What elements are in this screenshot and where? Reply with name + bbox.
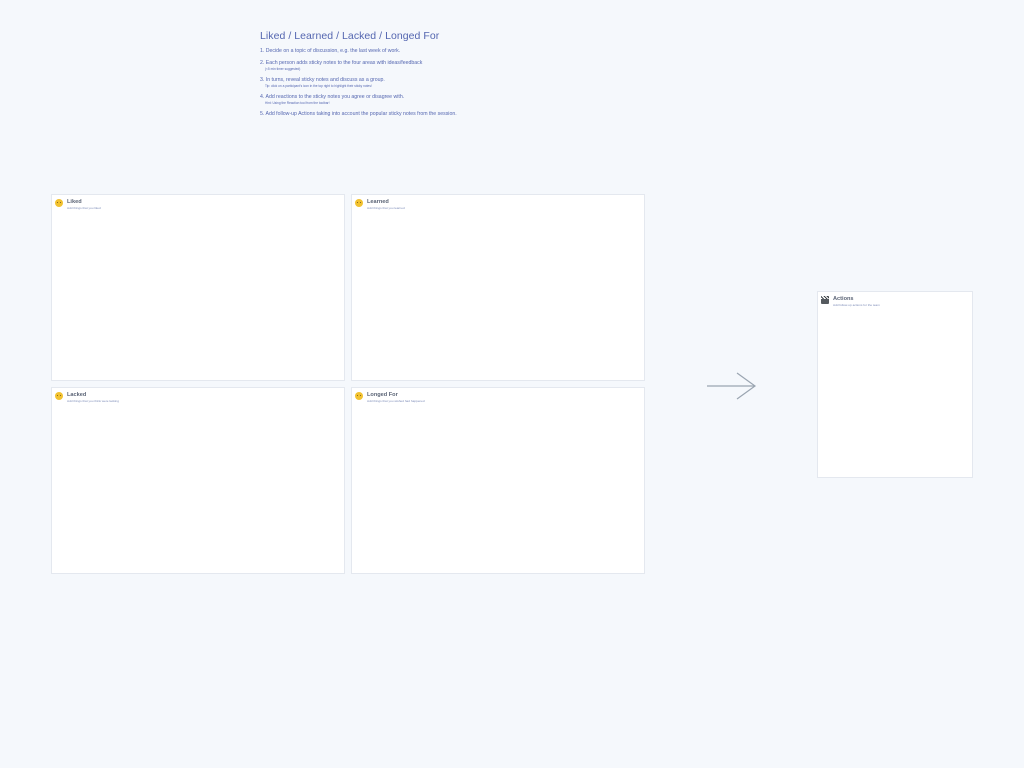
board-subtitle: Add things that you think were lacking xyxy=(67,399,119,403)
instruction-step-3: 3. In turns, reveal sticky notes and dis… xyxy=(260,77,460,89)
board-actions[interactable]: Actions Add follow-up actions for the te… xyxy=(817,291,973,478)
whiteboard-canvas[interactable]: Liked / Learned / Lacked / Longed For 1.… xyxy=(0,0,1024,768)
step-hint: (<5 min timer suggested) xyxy=(265,67,301,71)
step-hint: Tip: click on a participant's icon in th… xyxy=(265,84,372,88)
instruction-step-4: 4. Add reactions to the sticky notes you… xyxy=(260,94,460,106)
clapper-board-icon xyxy=(821,296,829,304)
step-text: 2. Each person adds sticky notes to the … xyxy=(260,60,423,66)
board-title: Lacked xyxy=(67,392,87,398)
thinking-face-icon xyxy=(355,392,363,400)
instruction-step-2: 2. Each person adds sticky notes to the … xyxy=(260,60,460,72)
board-title: Liked xyxy=(67,199,82,205)
instructions-panel: Liked / Learned / Lacked / Longed For 1.… xyxy=(260,30,460,123)
board-title: Actions xyxy=(833,296,854,302)
monocle-face-icon xyxy=(355,199,363,207)
board-title: Learned xyxy=(367,199,389,205)
board-header: Longed For Add things that you wished ha… xyxy=(355,392,425,403)
step-text: 5. Add follow-up Actions taking into acc… xyxy=(260,111,457,117)
board-subtitle: Add things that you liked xyxy=(67,206,101,210)
board-subtitle: Add follow-up actions for the team xyxy=(833,303,880,307)
board-title: Longed For xyxy=(367,392,398,398)
board-longed-for[interactable]: Longed For Add things that you wished ha… xyxy=(351,387,645,574)
board-header: Actions Add follow-up actions for the te… xyxy=(821,296,880,307)
arrow-right-icon xyxy=(707,372,757,400)
template-title: Liked / Learned / Lacked / Longed For xyxy=(260,30,440,42)
step-text: 1. Decide on a topic of discussion, e.g.… xyxy=(260,48,401,54)
smiling-face-icon xyxy=(55,199,63,207)
step-text: 4. Add reactions to the sticky notes you… xyxy=(260,94,405,100)
board-learned[interactable]: Learned Add things that you learned xyxy=(351,194,645,381)
board-lacked[interactable]: Lacked Add things that you think were la… xyxy=(51,387,345,574)
board-liked[interactable]: Liked Add things that you liked xyxy=(51,194,345,381)
step-hint: Hint: Using the Reaction tool from the t… xyxy=(265,101,330,105)
board-header: Learned Add things that you learned xyxy=(355,199,405,210)
step-text: 3. In turns, reveal sticky notes and dis… xyxy=(260,77,385,83)
instruction-step-5: 5. Add follow-up Actions taking into acc… xyxy=(260,111,460,118)
board-header: Liked Add things that you liked xyxy=(55,199,101,210)
board-subtitle: Add things that you learned xyxy=(367,206,405,210)
board-header: Lacked Add things that you think were la… xyxy=(55,392,119,403)
board-subtitle: Add things that you wished had happened xyxy=(367,399,425,403)
disappointed-face-icon xyxy=(55,392,63,400)
instruction-step-1: 1. Decide on a topic of discussion, e.g.… xyxy=(260,48,460,55)
